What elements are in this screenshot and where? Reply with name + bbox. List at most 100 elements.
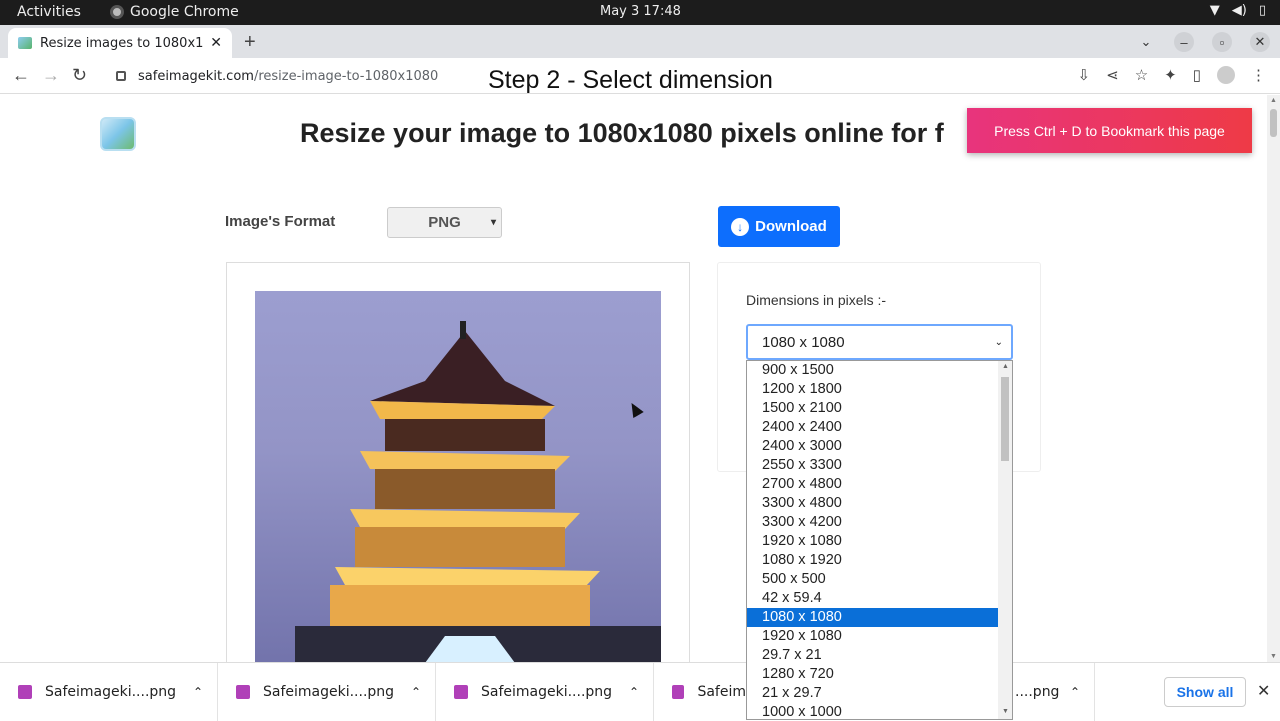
forward-icon[interactable]: →: [42, 65, 60, 86]
page-title: Resize your image to 1080x1080 pixels on…: [300, 118, 944, 148]
chevron-up-icon[interactable]: ⌃: [193, 685, 203, 699]
extensions-icon[interactable]: ✦: [1164, 66, 1177, 84]
preview-image: [255, 291, 661, 662]
reload-icon[interactable]: ↻: [72, 65, 87, 86]
download-item[interactable]: Safeimageki....png ⌃: [0, 663, 218, 721]
chevron-up-icon[interactable]: ⌃: [1070, 685, 1080, 699]
web-page: Resize your image to 1080x1080 pixels on…: [0, 95, 1267, 662]
dimension-option[interactable]: 900 x 1500: [747, 361, 999, 380]
install-icon[interactable]: ⇩: [1078, 66, 1091, 84]
download-icon: ↓: [731, 217, 750, 236]
minimize-icon[interactable]: –: [1174, 32, 1194, 52]
side-panel-icon[interactable]: ▯: [1193, 66, 1201, 84]
tab-strip: Resize images to 1080x10 ✕ + ⌄ – ▫ ✕: [0, 25, 1280, 58]
site-favicon-icon: [18, 37, 32, 49]
dimension-option[interactable]: 1200 x 1800: [747, 380, 999, 399]
tab-active[interactable]: Resize images to 1080x10 ✕: [8, 28, 232, 58]
tab-search-icon[interactable]: ⌄: [1136, 32, 1156, 52]
download-shelf: Safeimageki....png ⌃ Safeimageki....png …: [0, 662, 1280, 721]
window-controls: ⌄ – ▫ ✕: [1136, 32, 1270, 52]
battery-icon: ▯: [1258, 3, 1266, 18]
download-item[interactable]: ....png ⌃: [1013, 663, 1095, 721]
close-window-icon[interactable]: ✕: [1250, 32, 1270, 52]
show-all-button[interactable]: Show all: [1164, 677, 1246, 707]
dimension-option[interactable]: 21 x 29.7: [747, 684, 999, 703]
dimension-option[interactable]: 3300 x 4200: [747, 513, 999, 532]
chevron-up-icon[interactable]: ⌃: [411, 685, 421, 699]
format-label: Image's Format: [225, 213, 336, 230]
dimension-option[interactable]: 2700 x 4800: [747, 475, 999, 494]
close-tab-icon[interactable]: ✕: [210, 35, 222, 51]
download-button[interactable]: ↓ Download: [718, 206, 840, 247]
dimension-option[interactable]: 1080 x 1920: [747, 551, 999, 570]
share-icon[interactable]: ⋖: [1106, 66, 1119, 84]
format-value: PNG: [428, 214, 461, 231]
chevron-down-icon: ⌄: [994, 336, 1003, 348]
url-domain: safeimagekit.com: [138, 68, 254, 84]
bookmark-toast[interactable]: Press Ctrl + D to Bookmark this page: [967, 108, 1252, 153]
download-item[interactable]: Safeim: [654, 663, 746, 721]
download-item[interactable]: Safeimageki....png ⌃: [218, 663, 436, 721]
dimension-option[interactable]: 500 x 500: [747, 570, 999, 589]
dimension-option[interactable]: 1280 x 720: [747, 665, 999, 684]
page-scrollbar[interactable]: ▲ ▼: [1267, 95, 1280, 662]
dimension-option[interactable]: 1500 x 2100: [747, 399, 999, 418]
image-file-icon: [18, 685, 32, 699]
site-logo-icon[interactable]: [100, 117, 136, 151]
dimension-option[interactable]: 1920 x 1080: [747, 627, 999, 646]
app-menu[interactable]: Google Chrome: [110, 4, 239, 20]
system-top-bar: Activities Google Chrome May 3 17:48 ▼ ◀…: [0, 0, 1280, 25]
dropdown-scroll-thumb[interactable]: [1001, 377, 1009, 461]
dimension-option[interactable]: 1000 x 1000: [747, 703, 999, 719]
scroll-up-icon[interactable]: ▲: [1002, 363, 1009, 370]
image-file-icon: [454, 685, 468, 699]
lock-icon[interactable]: [116, 71, 126, 81]
dimension-option[interactable]: 2400 x 2400: [747, 418, 999, 437]
new-tab-icon[interactable]: +: [244, 31, 256, 54]
scroll-up-icon[interactable]: ▲: [1270, 97, 1277, 104]
tower-illustration: [295, 321, 661, 662]
dimension-option[interactable]: 29.7 x 21: [747, 646, 999, 665]
image-file-icon: [236, 685, 250, 699]
dropdown-scrollbar[interactable]: ▲ ▼: [998, 361, 1012, 719]
menu-icon[interactable]: ⋮: [1251, 66, 1266, 84]
image-preview-panel: [226, 262, 690, 662]
page-scroll-thumb[interactable]: [1270, 109, 1277, 137]
chevron-down-icon: ▾: [490, 217, 496, 228]
app-name: Google Chrome: [130, 4, 239, 20]
close-shelf-icon[interactable]: ✕: [1257, 681, 1270, 701]
system-tray[interactable]: ▼ ◀) ▯: [1210, 3, 1266, 18]
format-select[interactable]: PNG ▾: [387, 207, 502, 238]
download-item-name: Safeimageki....png: [45, 684, 177, 700]
dimensions-label: Dimensions in pixels :-: [746, 292, 887, 308]
download-item-name: Safeimageki....png: [263, 684, 395, 700]
chrome-icon: [110, 5, 124, 19]
chevron-up-icon[interactable]: ⌃: [629, 685, 639, 699]
dimension-option[interactable]: 3300 x 4800: [747, 494, 999, 513]
dimension-option[interactable]: 2550 x 3300: [747, 456, 999, 475]
activities-button[interactable]: Activities: [17, 4, 81, 20]
scroll-down-icon[interactable]: ▼: [1002, 708, 1009, 715]
dimensions-select[interactable]: 1080 x 1080 ⌄: [746, 324, 1013, 360]
download-item-name: Safeimageki....png: [481, 684, 613, 700]
dimension-option[interactable]: 42 x 59.4: [747, 589, 999, 608]
download-item[interactable]: Safeimageki....png ⌃: [436, 663, 654, 721]
toolbar-actions: ⇩ ⋖ ☆ ✦ ▯ ⋮: [1078, 66, 1266, 84]
profile-avatar[interactable]: [1217, 66, 1235, 84]
dimension-option[interactable]: 2400 x 3000: [747, 437, 999, 456]
download-item-name: ....png: [1015, 684, 1060, 700]
image-file-icon: [672, 685, 685, 699]
volume-icon: ◀): [1231, 3, 1247, 18]
download-item-name: Safeim: [697, 684, 746, 700]
maximize-icon[interactable]: ▫: [1212, 32, 1232, 52]
dimension-option[interactable]: 1080 x 1080: [747, 608, 999, 627]
back-icon[interactable]: ←: [12, 65, 30, 86]
download-label: Download: [755, 218, 827, 235]
scroll-down-icon[interactable]: ▼: [1270, 653, 1277, 660]
clock[interactable]: May 3 17:48: [600, 4, 681, 19]
dimension-option[interactable]: 1920 x 1080: [747, 532, 999, 551]
url-path: /resize-image-to-1080x1080: [253, 68, 439, 84]
bookmark-star-icon[interactable]: ☆: [1135, 66, 1148, 84]
step-caption-overlay: Step 2 - Select dimension: [488, 66, 773, 94]
dimensions-dropdown-list[interactable]: 900 x 1500 1200 x 1800 1500 x 2100 2400 x 2…: [746, 360, 1013, 720]
